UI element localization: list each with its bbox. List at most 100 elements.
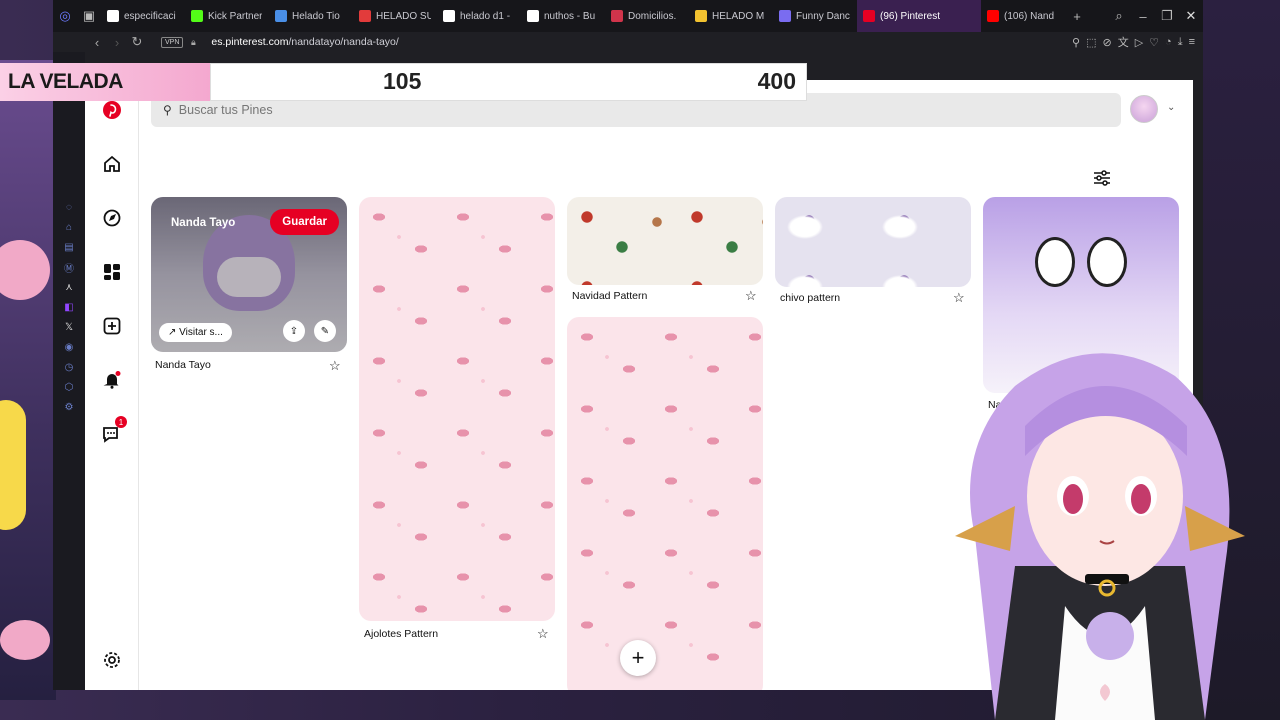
tab-list: especificaci Kick Partner Helado Tio HELADO… [101, 0, 1065, 32]
translate-icon[interactable]: 文 [1118, 34, 1129, 50]
menu-icon[interactable]: ≡ [1189, 36, 1195, 48]
pin-card[interactable] [567, 317, 763, 690]
messenger-icon[interactable]: Ⓜ [62, 260, 76, 275]
pin-card[interactable] [775, 197, 971, 287]
twitch-icon[interactable]: ◧ [62, 300, 76, 314]
settings-gear-icon[interactable] [100, 648, 124, 672]
browser-tab[interactable]: especificaci [101, 0, 185, 32]
pinterest-logo-icon[interactable] [100, 98, 124, 122]
tab-favicon-icon [107, 10, 119, 22]
browser-tab[interactable]: (96) Pinterest [857, 0, 981, 32]
tab-label: Kick Partner [208, 10, 263, 22]
search-placeholder: Buscar tus Pines [178, 103, 273, 117]
opera-sidebar: ◌ ⌂ ▤ Ⓜ ⋏ ◧ 𝕏 ◉ ◷ ⬡ ⚙ [53, 52, 85, 690]
search-icon: ⚲ [163, 103, 172, 117]
pin-card[interactable] [567, 197, 763, 285]
pin-icon[interactable]: ⚲ [1072, 36, 1080, 49]
browser-tab[interactable]: Funny Danc [773, 0, 857, 32]
browser-tab[interactable]: Domicilios. [605, 0, 689, 32]
share-icon[interactable]: ⇪ [283, 320, 305, 342]
maximize-button[interactable]: ❐ [1155, 0, 1179, 32]
tab-menu-icon[interactable]: ▣ [77, 0, 101, 32]
back-button[interactable]: ‹ [87, 35, 107, 50]
create-icon[interactable] [100, 314, 124, 338]
tab-label: helado d1 - [460, 10, 511, 22]
new-tab-button[interactable]: + [1065, 0, 1089, 32]
edit-icon[interactable]: ✎ [314, 320, 336, 342]
snapshot-icon[interactable]: ⬚ [1086, 36, 1096, 49]
score-right: 400 [757, 68, 796, 94]
lock-icon: 🔒︎ [191, 36, 196, 47]
pin-title[interactable]: Nanda Tayo [155, 359, 211, 371]
pin-card[interactable] [359, 197, 555, 621]
board-selector[interactable]: Nanda Tayo [171, 217, 235, 229]
tab-label: nuthos - Bu [544, 10, 596, 22]
browser-tab[interactable]: Kick Partner [185, 0, 269, 32]
window-controls: ⌕ – ❐ ✕ [1107, 0, 1203, 32]
browser-tab[interactable]: (106) Nand [981, 0, 1065, 32]
extensions-icon[interactable]: ⬡ [62, 380, 76, 394]
reload-icon[interactable]: ↻ [127, 34, 147, 50]
star-icon[interactable]: ☆ [953, 290, 965, 306]
tab-favicon-icon [863, 10, 875, 22]
save-button[interactable]: Guardar [270, 209, 339, 235]
url-path: /nandatayo/nanda-tayo/ [288, 36, 399, 48]
workspace-icon[interactable]: ⌂ [62, 220, 76, 234]
browser-tab[interactable]: helado d1 - [437, 0, 521, 32]
pinterest-nav: 1 [85, 80, 139, 690]
pin-card[interactable]: Nanda Tayo Guardar ↗ Visitar s... ⇪ ✎ [151, 197, 347, 352]
player-icon[interactable]: ◉ [62, 340, 76, 354]
vpn-badge[interactable]: VPN [161, 36, 184, 48]
pin-title[interactable]: chivo pattern [780, 292, 840, 304]
heart-icon[interactable]: ♡ [1149, 36, 1159, 49]
minimize-button[interactable]: – [1131, 0, 1155, 32]
history-icon[interactable]: ◷ [62, 360, 76, 374]
messages-icon[interactable]: 1 [100, 416, 127, 446]
tab-label: Domicilios. [628, 10, 677, 22]
tab-favicon-icon [275, 10, 287, 22]
tab-favicon-icon [695, 10, 707, 22]
browser-tab[interactable]: nuthos - Bu [521, 0, 605, 32]
tab-favicon-icon [611, 10, 623, 22]
play-icon[interactable]: ▷ [1135, 36, 1143, 49]
block-icon[interactable]: ⊘ [1102, 36, 1111, 49]
browser-tab[interactable]: HELADO M [689, 0, 773, 32]
vtuber-avatar [955, 353, 1245, 720]
pin-title[interactable]: Navidad Pattern [572, 290, 647, 302]
pin-title[interactable]: Ajolotes Pattern [364, 628, 438, 640]
filter-icon[interactable] [1093, 170, 1111, 189]
event-name: LA VELADA [0, 63, 210, 101]
chevron-down-icon[interactable]: ⌄ [1167, 102, 1175, 113]
home-icon[interactable] [100, 152, 124, 176]
profile-icon[interactable]: ◔ [1165, 36, 1172, 48]
apps-icon[interactable]: ▤ [62, 240, 76, 254]
url-field[interactable]: es.pinterest.com/nandatayo/nanda-tayo/ [211, 36, 398, 48]
star-icon[interactable]: ☆ [537, 626, 549, 642]
settings-icon[interactable]: ⚙ [62, 400, 76, 414]
kick-icon[interactable]: ⋏ [62, 280, 76, 294]
boards-icon[interactable] [100, 260, 124, 284]
download-icon[interactable]: ⤓ [1178, 36, 1183, 49]
tab-label: especificaci [124, 10, 176, 22]
x-icon[interactable]: 𝕏 [62, 320, 76, 334]
opera-logo-icon[interactable]: ◎ [53, 0, 77, 32]
forward-button[interactable]: › [107, 35, 127, 50]
browser-tab[interactable]: Helado Tio [269, 0, 353, 32]
tab-favicon-icon [779, 10, 791, 22]
tab-label: (96) Pinterest [880, 10, 941, 22]
notifications-icon[interactable] [100, 368, 124, 392]
explore-icon[interactable] [100, 206, 124, 230]
search-tabs-icon[interactable]: ⌕ [1107, 0, 1131, 32]
star-icon[interactable]: ☆ [329, 358, 341, 374]
avatar[interactable] [1130, 95, 1158, 123]
star-icon[interactable]: ☆ [745, 288, 757, 304]
visit-site-button[interactable]: ↗ Visitar s... [159, 323, 232, 342]
stream-scene: ◎ ▣ especificaci Kick Partner Helado Tio HE… [0, 0, 1280, 720]
close-button[interactable]: ✕ [1179, 0, 1203, 32]
tab-favicon-icon [191, 10, 203, 22]
stream-background-left [0, 60, 56, 700]
tab-label: Funny Danc [796, 10, 850, 22]
add-pin-button[interactable]: + [620, 640, 656, 676]
browser-tab[interactable]: HELADO SU [353, 0, 437, 32]
aria-icon[interactable]: ◌ [62, 200, 76, 214]
